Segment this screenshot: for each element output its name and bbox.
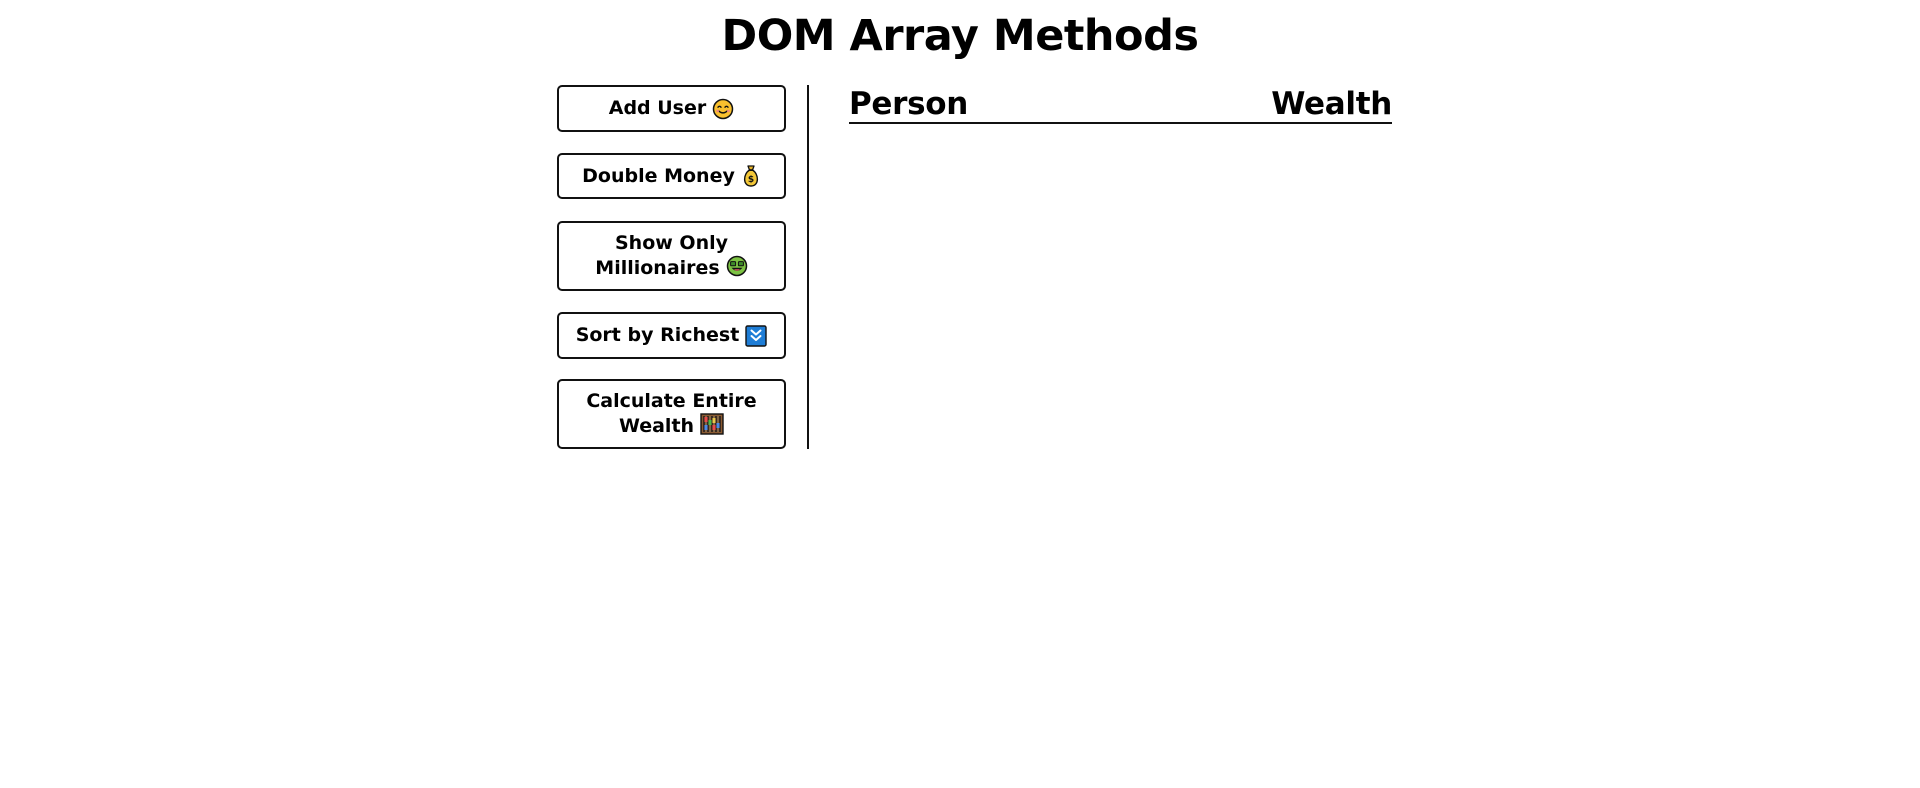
vertical-divider	[807, 85, 809, 449]
abacus-icon	[700, 413, 724, 435]
show-millionaires-label: Show Only Millionaires	[595, 232, 728, 279]
money-mouth-face-icon	[726, 255, 747, 277]
smiling-face-icon	[713, 98, 734, 119]
page: DOM Array Methods Add User Double Money	[0, 0, 1920, 788]
wealth-column-header: Wealth	[1271, 86, 1392, 122]
wealth-table: Person Wealth	[849, 85, 1392, 124]
double-money-label: Double Money	[582, 164, 735, 187]
show-millionaires-button[interactable]: Show Only Millionaires	[557, 221, 786, 291]
add-user-label: Add User	[608, 97, 707, 119]
money-bag-icon: $	[743, 165, 758, 187]
sort-richest-button[interactable]: Sort by Richest	[557, 312, 786, 359]
table-header: Person Wealth	[849, 85, 1392, 124]
app-container: Add User Double Money $ Show Only Millio…	[557, 85, 1397, 449]
person-column-header: Person	[849, 86, 969, 122]
add-user-button[interactable]: Add User	[557, 85, 786, 132]
calculate-wealth-label: Calculate Entire Wealth	[586, 390, 757, 437]
page-title: DOM Array Methods	[721, 11, 1199, 61]
down-arrows-icon	[745, 324, 768, 347]
action-panel: Add User Double Money $ Show Only Millio…	[557, 85, 807, 449]
calculate-wealth-button[interactable]: Calculate Entire Wealth	[557, 379, 786, 449]
svg-text:$: $	[748, 175, 754, 185]
double-money-button[interactable]: Double Money $	[557, 153, 786, 199]
sort-richest-label: Sort by Richest	[575, 324, 740, 346]
